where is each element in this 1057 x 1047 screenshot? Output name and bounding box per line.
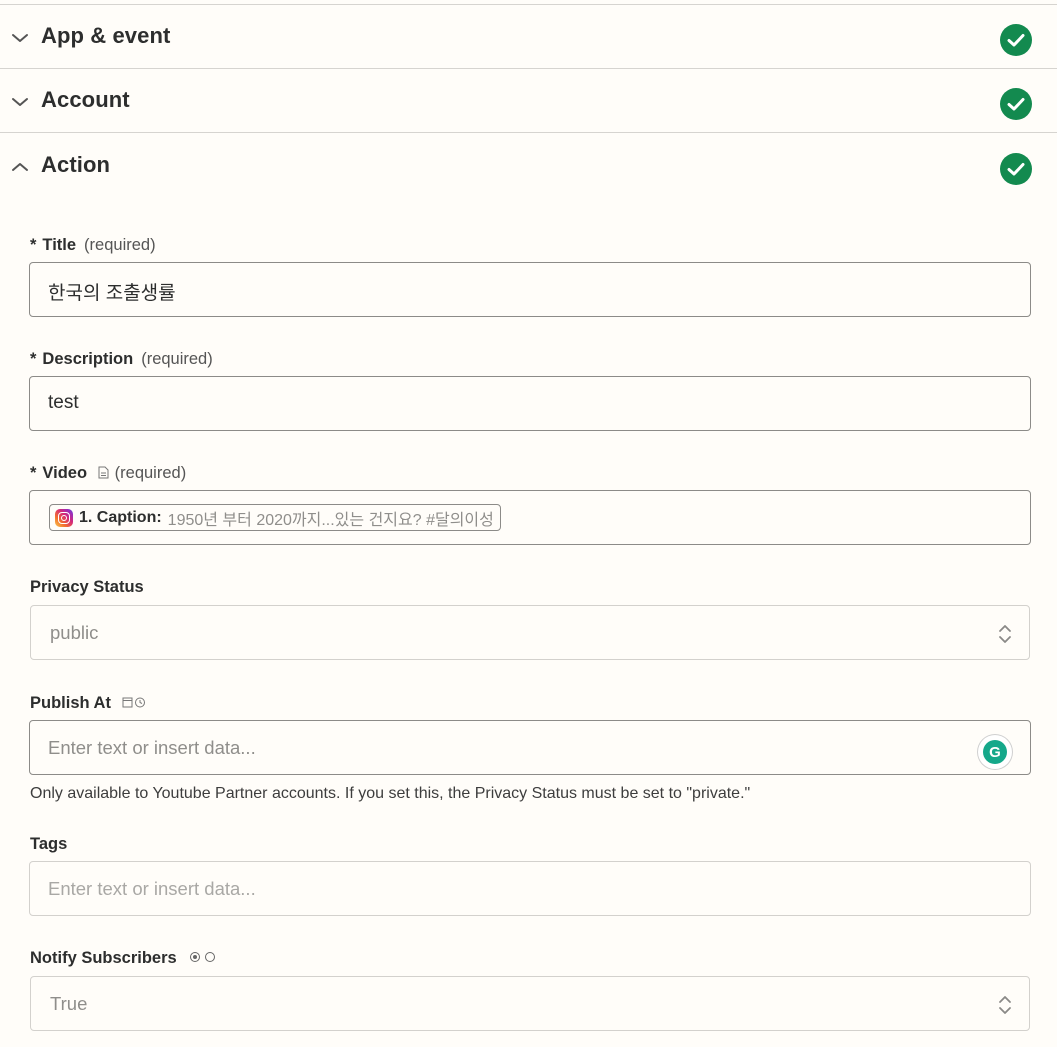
select-updown-icon [999, 996, 1011, 1014]
required-star: * [30, 236, 37, 254]
description-label: * Description (required) [30, 350, 213, 369]
description-label-text: Description [42, 350, 134, 368]
publish-at-label: Publish At [30, 694, 146, 713]
privacy-status-label-text: Privacy Status [30, 578, 144, 596]
chevron-down-icon [12, 98, 28, 106]
required-hint: (required) [141, 350, 213, 368]
publish-at-help-text: Only available to Youtube Partner accoun… [30, 785, 751, 802]
mapped-data-pill[interactable]: 1. Caption: 1950년 부터 2020까지...있는 건지요? #달… [49, 504, 501, 531]
video-label: * Video (required) [30, 464, 186, 483]
description-input[interactable]: test [29, 376, 1031, 431]
publish-at-placeholder: Enter text or insert data... [48, 737, 256, 758]
check-circle-icon [1000, 24, 1032, 56]
required-hint: (required) [84, 236, 156, 254]
required-star: * [30, 464, 37, 482]
grammarly-icon: G [983, 740, 1007, 764]
notify-subscribers-label-text: Notify Subscribers [30, 949, 177, 967]
chevron-up-icon [12, 163, 28, 171]
chevron-down-icon [12, 34, 28, 42]
section-account[interactable]: Account [0, 69, 1057, 133]
title-label: * Title (required) [30, 236, 156, 255]
select-updown-icon [999, 625, 1011, 643]
privacy-status-select[interactable]: public [30, 605, 1030, 660]
section-title: Action [41, 152, 111, 177]
publish-at-input[interactable]: Enter text or insert data... G [29, 720, 1031, 775]
calendar-clock-icon [122, 697, 145, 708]
publish-at-label-text: Publish At [30, 694, 111, 712]
privacy-status-label: Privacy Status [30, 578, 144, 597]
title-label-text: Title [42, 236, 77, 254]
pill-value: 1950년 부터 2020까지...있는 건지요? #달의이성 [167, 511, 494, 529]
title-value: 한국의 조출생률 [48, 283, 176, 304]
check-circle-icon [1000, 88, 1032, 120]
section-app-event[interactable]: App & event [0, 5, 1057, 69]
title-input[interactable]: 한국의 조출생률 [29, 262, 1031, 317]
section-action[interactable]: Action [0, 134, 1057, 198]
video-label-text: Video [42, 464, 88, 482]
section-title: Account [41, 87, 130, 112]
tags-placeholder: Enter text or insert data... [48, 878, 256, 899]
tags-input[interactable]: Enter text or insert data... [29, 861, 1031, 916]
radio-icon [190, 952, 216, 962]
notify-subscribers-value: True [50, 993, 88, 1014]
notify-subscribers-select[interactable]: True [30, 976, 1030, 1031]
required-hint: (required) [114, 464, 187, 482]
check-circle-icon [1000, 153, 1032, 185]
video-input[interactable]: 1. Caption: 1950년 부터 2020까지...있는 건지요? #달… [29, 490, 1031, 545]
pill-label: 1. Caption: [79, 508, 162, 526]
instagram-icon [55, 508, 73, 527]
notify-subscribers-label: Notify Subscribers [30, 949, 217, 968]
privacy-status-value: public [50, 622, 99, 643]
tags-label-text: Tags [30, 835, 68, 853]
document-icon [98, 466, 109, 479]
tags-label: Tags [30, 835, 67, 854]
grammarly-button[interactable]: G [978, 735, 1012, 769]
required-star: * [30, 350, 37, 368]
section-title: App & event [41, 23, 171, 48]
description-value: test [48, 392, 79, 413]
